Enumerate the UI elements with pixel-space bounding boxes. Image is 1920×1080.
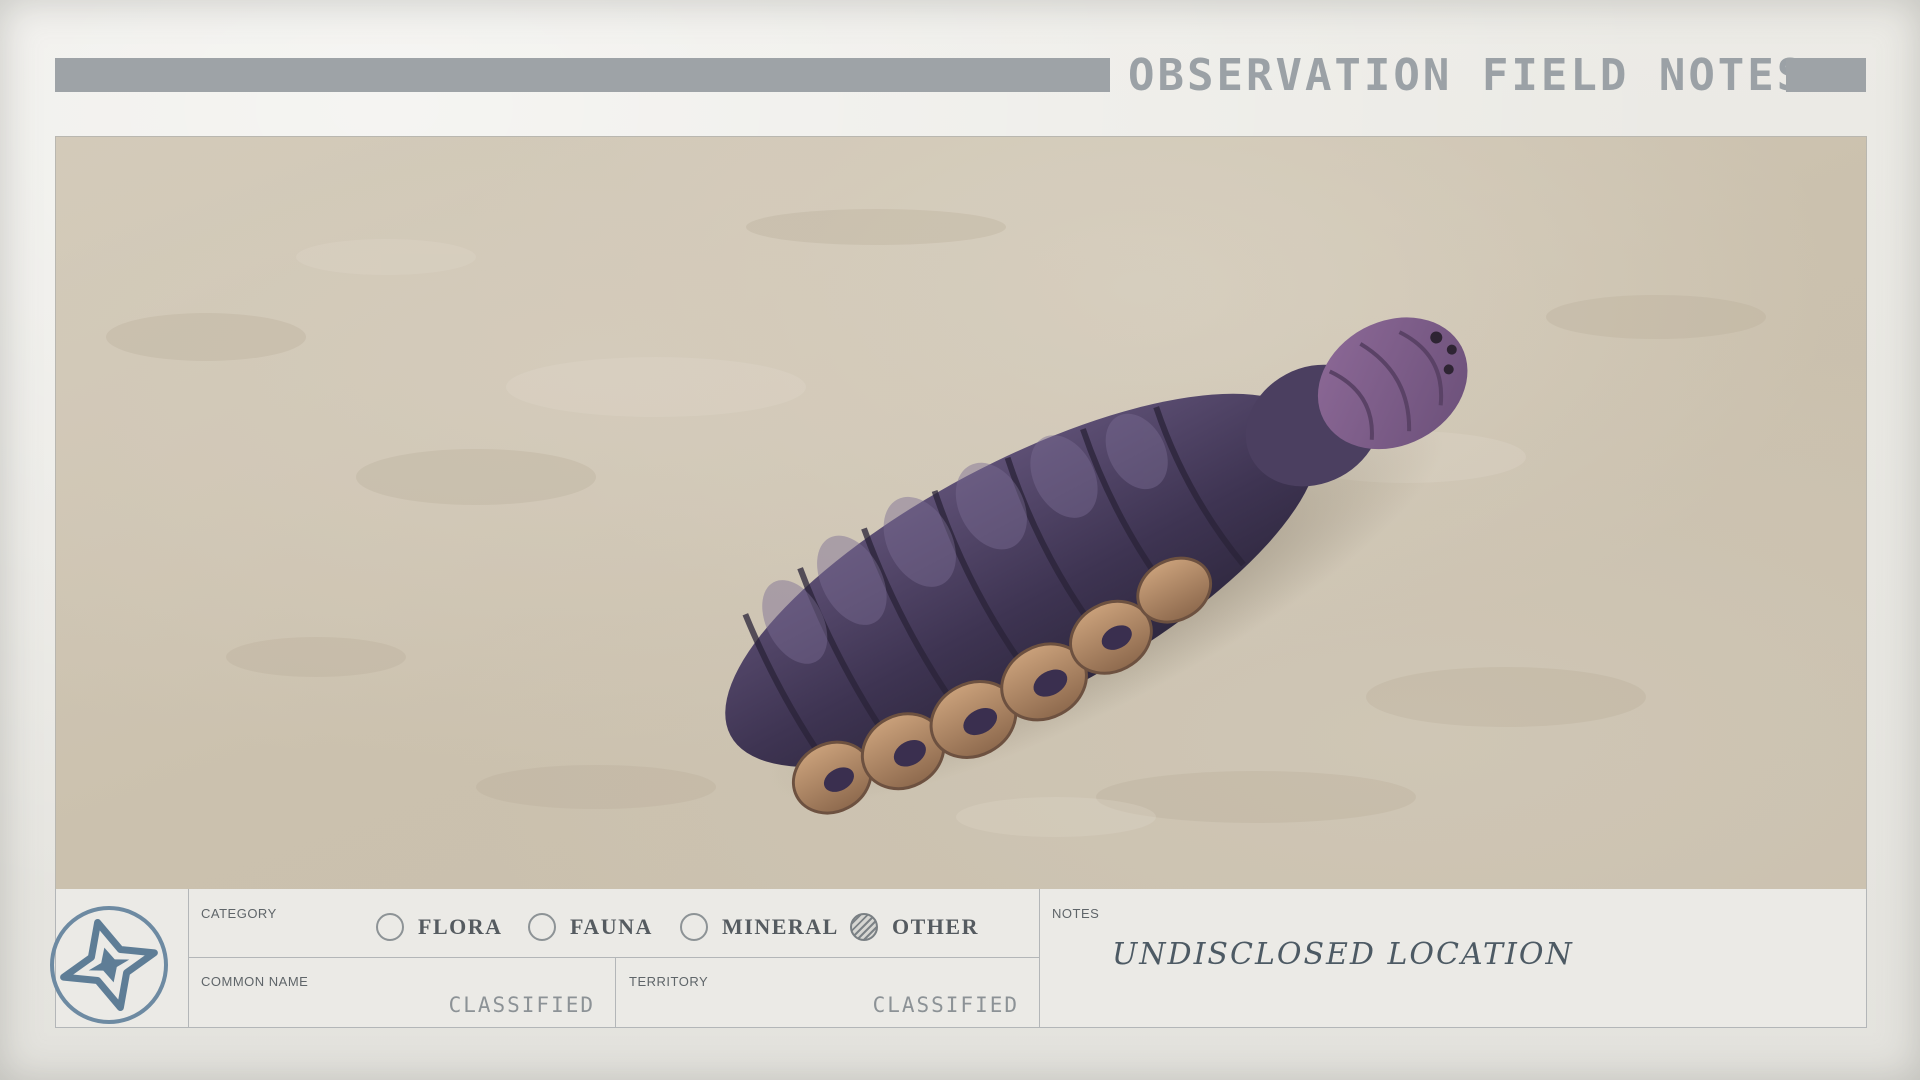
category-option-other[interactable]: OTHER [850, 911, 979, 943]
territory-label: TERRITORY [629, 974, 709, 989]
category-option-fauna[interactable]: FAUNA [528, 911, 653, 943]
territory-value: CLASSIFIED [872, 993, 1019, 1017]
territory-cell: TERRITORY CLASSIFIED [616, 957, 1040, 1027]
other-radio-selected[interactable] [850, 913, 878, 941]
fauna-label: FAUNA [570, 914, 653, 939]
category-option-flora[interactable]: FLORA [376, 911, 503, 943]
notes-value: UNDISCLOSED LOCATION [1112, 937, 1574, 972]
header-bar-left [55, 58, 1110, 92]
common-name-label: COMMON NAME [201, 974, 309, 989]
category-cell: CATEGORY FLORA FAUNA MINERAL OTHER [188, 889, 1040, 958]
mineral-label: MINERAL [722, 914, 839, 939]
logo-cell [50, 889, 189, 1027]
field-notes-card: OBSERVATION FIELD NOTES CATEGORY FLORA F… [0, 0, 1920, 1080]
page-title: OBSERVATION FIELD NOTES [1128, 50, 1807, 101]
notes-label: NOTES [1052, 906, 1100, 921]
common-name-value: CLASSIFIED [448, 993, 595, 1017]
info-panel: CATEGORY FLORA FAUNA MINERAL OTHER COMMO… [50, 889, 1867, 1028]
category-label: CATEGORY [201, 906, 277, 921]
notes-cell: NOTES UNDISCLOSED LOCATION [1040, 889, 1866, 1027]
common-name-cell: COMMON NAME CLASSIFIED [188, 957, 616, 1027]
creature-specimen-icon [106, 209, 1766, 837]
category-option-mineral[interactable]: MINERAL [680, 911, 839, 943]
mineral-radio[interactable] [680, 913, 708, 941]
flora-label: FLORA [418, 914, 503, 939]
other-label: OTHER [892, 914, 979, 939]
constellation-star-logo-icon [50, 906, 168, 1024]
fauna-radio[interactable] [528, 913, 556, 941]
flora-radio[interactable] [376, 913, 404, 941]
specimen-photo [55, 136, 1867, 890]
header-bar-right [1786, 58, 1866, 92]
